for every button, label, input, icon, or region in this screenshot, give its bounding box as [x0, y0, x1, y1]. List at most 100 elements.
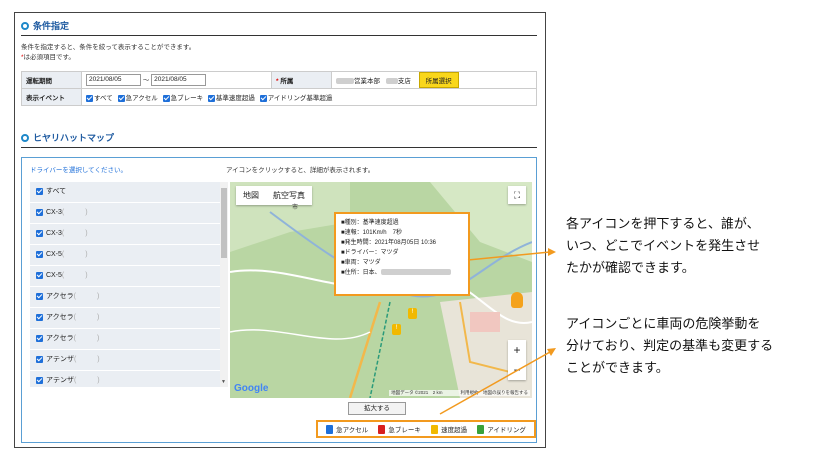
expand-map-button[interactable]: 拡大する: [348, 402, 406, 415]
driver-label: アクセラ: [45, 335, 74, 342]
driver-label: CX-5: [45, 272, 62, 279]
period-cell: 2021/08/05 ～ 2021/08/05: [81, 71, 272, 89]
map-tab-satellite[interactable]: 航空写真: [266, 186, 312, 205]
legend-item: 急アクセル: [326, 424, 368, 435]
circle-icon: [21, 21, 29, 30]
legend-item: 速度超過: [431, 424, 467, 435]
checkbox-icon: [36, 187, 43, 195]
redacted-text: [385, 78, 398, 85]
event-detail-popup: ■種別：基準速度超過 ■速報：101Km/h 7秒 ■発生時間：2021年08月…: [334, 212, 470, 296]
driver-suffix: ( ): [73, 356, 100, 363]
divider: [21, 147, 537, 148]
checkbox-icon: [36, 334, 43, 342]
affiliation-branch: 支店: [397, 78, 411, 85]
event-checkbox-brake[interactable]: 急ブレーキ: [162, 94, 204, 102]
driver-label: アテンザ: [45, 377, 74, 384]
map-area: ドライバーを選択してください。 アイコンをクリックすると、詳細が表示されます。 …: [21, 157, 537, 443]
driver-suffix: ( ): [73, 377, 100, 384]
event-cell: すべて 急アクセル 急ブレーキ 基準速度超過 アイドリング基準超過: [81, 88, 537, 106]
event-label-text: すべて: [94, 95, 113, 102]
redacted-text: [380, 269, 451, 276]
checkbox-icon: [36, 313, 43, 321]
checkbox-icon: [36, 229, 43, 237]
event-checkbox-accel[interactable]: 急アクセル: [117, 94, 158, 102]
event-checkbox-all[interactable]: すべて: [86, 94, 113, 102]
map-section-title: ヒヤリハットマップ: [33, 133, 115, 143]
popup-line: ■種別：基準速度超過: [341, 220, 399, 226]
legend-item: アイドリング: [477, 424, 526, 435]
driver-item[interactable]: CX-3( ): [30, 224, 220, 245]
driver-item[interactable]: CX-3( ): [30, 203, 220, 224]
checkbox-icon: [36, 292, 43, 300]
callout-line: たかが確認できます。: [566, 261, 695, 276]
driver-label: アクセラ: [45, 314, 74, 321]
driver-list: すべて CX-3( ) CX-3( ) CX-5( ) CX-5( ) アクセラ…: [30, 182, 220, 387]
driver-label: アテンザ: [45, 356, 74, 363]
affiliation-cell: 営業本部 支店 所属選択: [331, 71, 537, 89]
popup-line: ■ドライバー：マツダ: [341, 250, 399, 256]
driver-item[interactable]: アテンザ( ): [30, 350, 220, 371]
event-checkbox-speed[interactable]: 基準速度超過: [207, 94, 255, 102]
date-to-input[interactable]: 2021/08/05: [151, 74, 207, 87]
affiliation-label: 所属: [280, 78, 294, 85]
speed-event-pin-icon[interactable]: !: [408, 308, 417, 319]
driver-label: CX-3: [45, 230, 62, 237]
event-checkbox-idling[interactable]: アイドリング基準超過: [259, 94, 333, 102]
checkbox-icon: [36, 355, 43, 363]
map-tab-map[interactable]: 地図: [236, 186, 266, 205]
zoom-in-button[interactable]: +: [508, 340, 526, 360]
event-legend: 急アクセル 急ブレーキ 速度超過 アイドリング: [316, 420, 536, 438]
driver-select-title: ドライバーを選択してください。: [30, 167, 127, 174]
legend-label: 急ブレーキ: [388, 426, 421, 434]
street-view-pegman-icon[interactable]: [511, 292, 523, 308]
scroll-down-arrow-icon[interactable]: ▼: [221, 379, 226, 385]
callout-line: 分けており、判定の基準も変更する: [566, 339, 774, 354]
driver-item[interactable]: アクセラ( ): [30, 287, 220, 308]
event-label-text: 急ブレーキ: [170, 95, 204, 102]
brake-marker-icon: [378, 425, 386, 435]
period-label: 運転期間: [21, 71, 82, 89]
checkbox-icon: [162, 94, 170, 102]
map-view[interactable]: 地図 航空写真 市 ⛶ ■種別：基準速度超過 ■速報：101Km/h 7秒 ■発…: [230, 182, 532, 398]
map-type-toggle: 地図 航空写真: [236, 186, 312, 205]
zoom-out-button[interactable]: −: [508, 360, 526, 380]
driver-item[interactable]: CX-5( ): [30, 266, 220, 287]
callout-line: いつ、どこでイベントを発生させ: [566, 239, 761, 254]
callout-legend: アイコンごとに車両の危険挙動を 分けており、判定の基準も変更する ことができます…: [566, 314, 773, 380]
driver-item[interactable]: すべて: [30, 182, 220, 203]
divider: [21, 35, 537, 36]
callout-detail: 各アイコンを押下すると、誰が、 いつ、どこでイベントを発生させ たかが確認できま…: [566, 214, 760, 280]
date-from-input[interactable]: 2021/08/05: [86, 74, 141, 87]
popup-line: ■車両：マツダ: [341, 260, 381, 266]
event-label-text: アイドリング基準超過: [267, 95, 333, 102]
popup-line: ■発生時間：2021年08月05日 10:36: [341, 240, 437, 246]
speed-event-pin-icon[interactable]: !: [392, 324, 401, 335]
screenshot-panel: 条件指定 条件を指定すると、条件を絞って表示することができます。 *は必須項目で…: [14, 12, 546, 448]
popup-line: ■速報：101Km/h 7秒: [341, 230, 402, 236]
conditions-heading: 条件指定: [21, 19, 69, 32]
driver-item[interactable]: アクセラ( ): [30, 308, 220, 329]
callout-line: アイコンごとに車両の危険挙動を: [566, 317, 761, 332]
map-attribution: 地図データ ©2021 2 km 利用規約 地図の誤りを報告する: [389, 390, 530, 396]
fullscreen-icon[interactable]: ⛶: [508, 186, 526, 204]
driver-item[interactable]: アテンザ( ): [30, 371, 220, 387]
conditions-note: 条件を指定すると、条件を絞って表示することができます。: [21, 44, 196, 51]
checkbox-icon: [36, 376, 43, 384]
legend-label: アイドリング: [487, 426, 526, 434]
driver-suffix: ( ): [61, 230, 88, 237]
zoom-controls: + −: [508, 340, 526, 380]
affiliation-label-cell: * 所属: [271, 71, 332, 89]
affiliation-select-button[interactable]: 所属選択: [418, 72, 459, 88]
google-logo: Google: [234, 383, 269, 394]
checkbox-icon: [259, 94, 267, 102]
popup-line: ■住所：日本、: [341, 268, 463, 278]
affiliation-value: 営業本部: [354, 78, 380, 85]
driver-item[interactable]: CX-5( ): [30, 245, 220, 266]
driver-item[interactable]: アクセラ( ): [30, 329, 220, 350]
driver-list-scrollbar[interactable]: ▼: [220, 182, 228, 387]
driver-label: すべて: [45, 188, 67, 195]
driver-suffix: ( ): [73, 293, 100, 300]
accel-marker-icon: [326, 425, 334, 435]
event-label-text: 急アクセル: [125, 95, 158, 102]
scrollbar-thumb[interactable]: [221, 188, 227, 258]
